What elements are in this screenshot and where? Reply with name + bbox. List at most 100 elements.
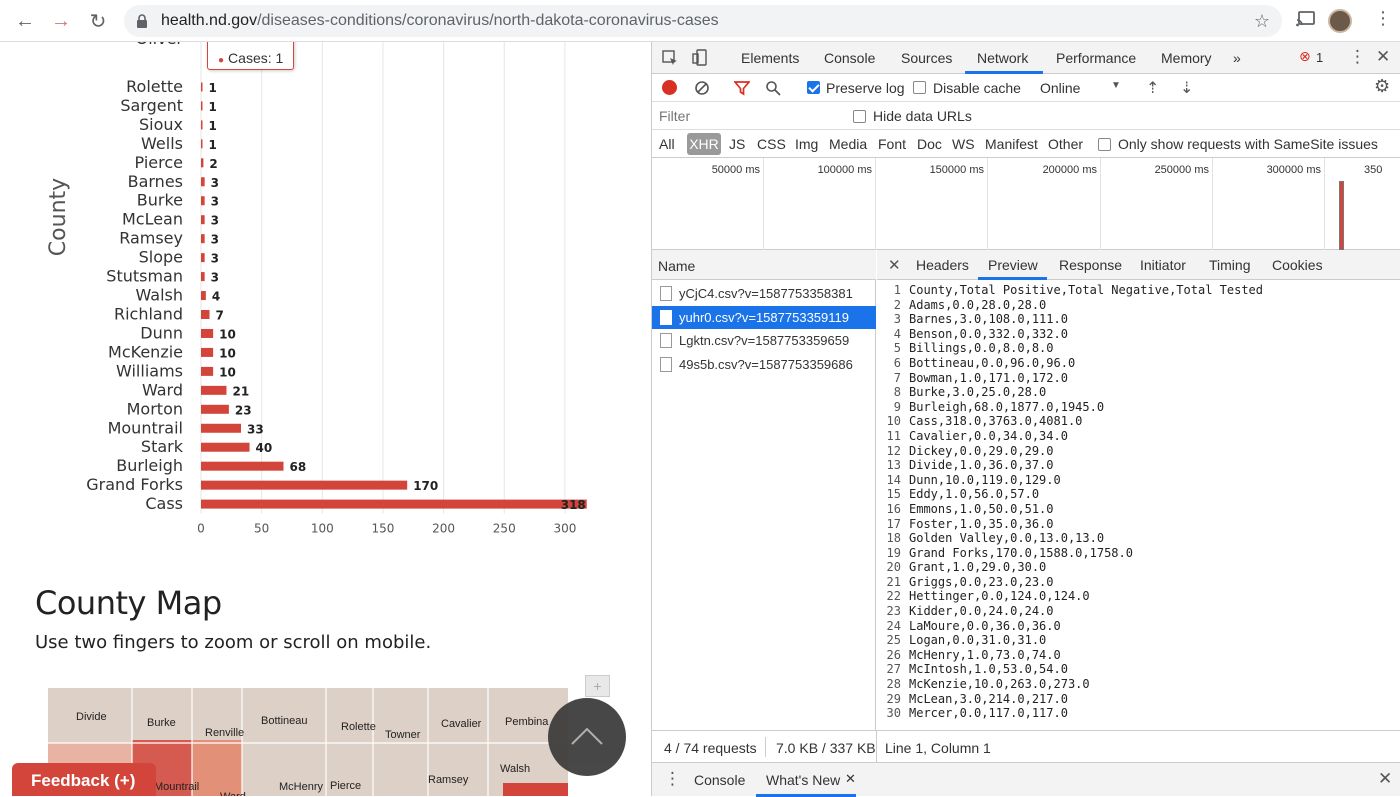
line-number: 27 — [886, 662, 901, 677]
code-line: 19 Grand Forks,170.0,1588.0,1758.0 — [877, 546, 1400, 561]
code-line: 2 Adams,0.0,28.0,28.0 — [877, 298, 1400, 313]
type-other[interactable]: Other — [1048, 136, 1083, 152]
line-number: 11 — [886, 428, 901, 443]
line-text: McLean,3.0,214.0,217.0 — [909, 691, 1068, 706]
type-manifest[interactable]: Manifest — [985, 136, 1038, 152]
feedback-button[interactable]: Feedback (+) — [12, 763, 156, 796]
close-icon[interactable]: ✕ — [1376, 47, 1390, 67]
type-css[interactable]: CSS — [757, 136, 786, 152]
record-icon[interactable] — [662, 80, 677, 95]
line-text: Dunn,10.0,119.0,129.0 — [909, 472, 1061, 487]
filter-icon[interactable] — [734, 80, 750, 96]
drawer-tab-console[interactable]: Console — [694, 772, 745, 788]
browser-toolbar: ← → ↻ health.nd.gov/diseases-conditions/… — [0, 0, 1400, 42]
profile-avatar[interactable] — [1328, 9, 1352, 33]
tab-headers[interactable]: Headers — [916, 257, 969, 273]
hide-data-urls-checkbox[interactable] — [853, 110, 866, 123]
filter-input[interactable] — [656, 106, 841, 126]
line-text: Grand Forks,170.0,1588.0,1758.0 — [909, 545, 1133, 560]
close-tab-icon[interactable]: ✕ — [845, 771, 856, 787]
caret-down-icon[interactable]: ▼ — [1111, 80, 1121, 91]
devtools-menu-icon[interactable]: ⋮ — [1349, 47, 1366, 67]
data-label: 21 — [232, 384, 249, 398]
type-js[interactable]: JS — [729, 136, 745, 152]
request-row[interactable]: yuhr0.csv?v=1587753359119 — [652, 305, 876, 329]
name-column-header[interactable]: Name — [652, 250, 876, 280]
bar — [201, 499, 587, 509]
error-icon[interactable]: ⊗ — [1299, 48, 1311, 65]
import-har-icon[interactable]: ⇡ — [1146, 78, 1159, 98]
disable-cache-label: Disable cache — [933, 80, 1021, 96]
type-font[interactable]: Font — [878, 136, 906, 152]
map-county-label: Rolette — [341, 721, 376, 733]
tab-memory[interactable]: Memory — [1161, 50, 1212, 66]
line-text: Divide,1.0,36.0,37.0 — [909, 458, 1054, 473]
cast-icon[interactable] — [1296, 10, 1316, 33]
clear-icon[interactable] — [694, 80, 710, 96]
address-bar[interactable]: health.nd.gov/diseases-conditions/corona… — [124, 5, 1282, 37]
type-xhr[interactable]: XHR — [687, 133, 721, 155]
line-number: 17 — [886, 516, 901, 531]
tab-cookies[interactable]: Cookies — [1272, 257, 1323, 273]
inspect-element-icon[interactable] — [662, 50, 678, 66]
map-zoom-button[interactable]: + — [585, 675, 610, 697]
line-text: Billings,0.0,8.0,8.0 — [909, 341, 1054, 356]
more-tabs-button[interactable]: » — [1233, 50, 1241, 66]
code-line: 21 Griggs,0.0,23.0,23.0 — [877, 575, 1400, 590]
request-row[interactable]: yCjC4.csv?v=1587753358381 — [652, 282, 876, 305]
request-row[interactable]: 49s5b.csv?v=1587753359686 — [652, 353, 876, 376]
chrome-menu-icon[interactable]: ⋮ — [1374, 8, 1392, 29]
type-ws[interactable]: WS — [952, 136, 975, 152]
drawer-menu-icon[interactable]: ⋮ — [664, 769, 681, 789]
preserve-log-checkbox[interactable] — [807, 81, 820, 94]
close-drawer-icon[interactable]: ✕ — [1378, 769, 1392, 789]
reload-icon[interactable]: ↻ — [85, 8, 111, 34]
tab-sources[interactable]: Sources — [901, 50, 952, 66]
timeline-grid-line — [1324, 158, 1325, 250]
bookmark-star-icon[interactable]: ☆ — [1254, 11, 1270, 32]
line-text: Kidder,0.0,24.0,24.0 — [909, 604, 1054, 619]
line-number: 12 — [886, 443, 901, 458]
forward-arrow-icon[interactable]: → — [48, 8, 74, 34]
export-har-icon[interactable]: ⇣ — [1180, 78, 1193, 98]
close-detail-icon[interactable]: ✕ — [888, 256, 901, 274]
back-arrow-icon[interactable]: ← — [12, 8, 38, 34]
code-line: 13 Divide,1.0,36.0,37.0 — [877, 458, 1400, 473]
request-row[interactable]: Lgktn.csv?v=1587753359659 — [652, 329, 876, 352]
drawer-tab-whats-new[interactable]: What's New — [766, 772, 840, 788]
tab-response[interactable]: Response — [1059, 257, 1122, 273]
tab-timing[interactable]: Timing — [1209, 257, 1251, 273]
type-all[interactable]: All — [659, 136, 675, 152]
filter-row: Hide data URLs — [652, 102, 1400, 130]
tab-elements[interactable]: Elements — [741, 50, 799, 66]
device-toolbar-icon[interactable] — [692, 49, 708, 67]
active-tab-indicator — [978, 277, 1047, 280]
tab-initiator[interactable]: Initiator — [1140, 257, 1186, 273]
code-line: 25 Logan,0.0,31.0,31.0 — [877, 633, 1400, 648]
throttle-select[interactable]: Online — [1040, 80, 1080, 96]
tab-performance[interactable]: Performance — [1056, 50, 1136, 66]
request-list: Name yCjC4.csv?v=1587753358381 yuhr0.csv?… — [652, 250, 876, 762]
type-media[interactable]: Media — [829, 136, 867, 152]
samesite-checkbox[interactable] — [1098, 138, 1111, 151]
line-text: Burleigh,68.0,1877.0,1945.0 — [909, 399, 1105, 414]
tab-console[interactable]: Console — [824, 50, 875, 66]
gear-icon[interactable]: ⚙ — [1374, 76, 1390, 97]
tab-network[interactable]: Network — [977, 50, 1028, 66]
timeline-label: 200000 ms — [1042, 164, 1097, 176]
csv-preview[interactable]: 1 County,Total Positive,Total Negative,To… — [877, 283, 1400, 763]
type-img[interactable]: Img — [795, 136, 818, 152]
bar — [201, 177, 205, 187]
x-tick-label: 200 — [432, 522, 455, 536]
search-icon[interactable] — [765, 80, 781, 96]
line-number: 3 — [893, 312, 901, 327]
category-label: Grand Forks — [86, 475, 183, 494]
disable-cache-checkbox[interactable] — [913, 81, 926, 94]
tab-preview[interactable]: Preview — [988, 257, 1038, 273]
samesite-label: Only show requests with SameSite issues — [1118, 136, 1378, 152]
network-overview-timeline[interactable]: 50000 ms 100000 ms 150000 ms 200000 ms 2… — [652, 158, 1400, 250]
type-doc[interactable]: Doc — [917, 136, 942, 152]
scroll-to-top-button[interactable] — [548, 698, 626, 776]
code-line: 18 Golden Valley,0.0,13.0,13.0 — [877, 531, 1400, 546]
preserve-log-label: Preserve log — [826, 80, 905, 96]
